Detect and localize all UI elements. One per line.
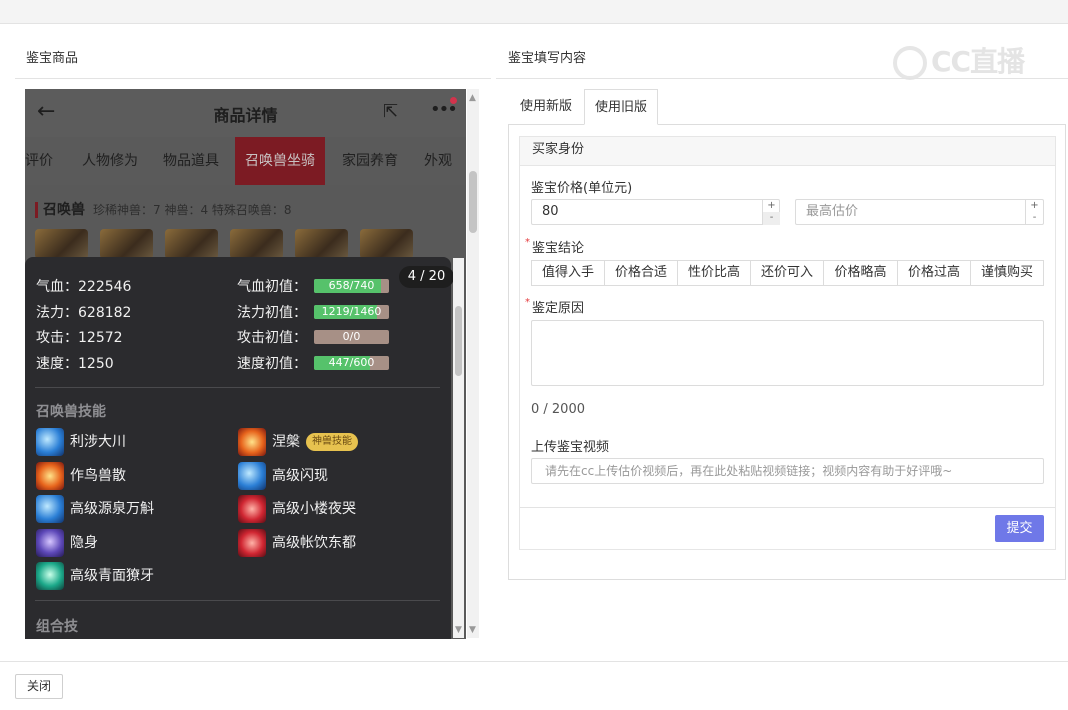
summon-summary: 召唤兽 珍稀神兽：7 神兽：4 特殊召唤兽：8 <box>35 199 292 219</box>
char-count: 0 / 2000 <box>531 402 585 417</box>
phone-tabs: 宝评价 人物修为 物品道具 召唤兽坐骑 家园养育 外观 <box>25 137 466 185</box>
phone-title: 商品详情 <box>213 106 278 125</box>
max-price-decrement[interactable]: - <box>1025 212 1043 225</box>
phone-tab-character[interactable]: 人物修为 <box>82 137 138 185</box>
cc-logo-icon <box>893 46 927 80</box>
skill-item[interactable]: 高级闪现 <box>238 461 328 491</box>
card-footer-divider <box>520 507 1055 508</box>
reason-label: * 鉴定原因 <box>525 297 585 316</box>
conclusion-option[interactable]: 谨慎购买 <box>970 260 1044 286</box>
stealth-skill-icon <box>36 529 64 557</box>
popup-scroll-down-icon[interactable]: ▼ <box>455 625 462 635</box>
spring-skill-icon <box>36 495 64 523</box>
initial-mp-bar: 1219/1460 <box>314 305 389 319</box>
summon-thumbnail[interactable] <box>100 229 153 259</box>
video-link-input[interactable]: 请先在cc上传估价视频后，再在此处粘贴视频链接；视频内容有助于好评哦~ <box>531 458 1044 484</box>
conclusion-option[interactable]: 价格合适 <box>604 260 678 286</box>
phone-header: ← 商品详情 ⇱ ••• <box>25 89 466 137</box>
phone-tab-review[interactable]: 宝评价 <box>25 137 53 185</box>
skill-item[interactable]: 隐身 <box>36 528 98 558</box>
preview-scrollbar-thumb[interactable] <box>469 171 477 233</box>
card-title: 买家身份 <box>520 137 1055 166</box>
combo-heading: 组合技 <box>36 619 78 635</box>
popup-divider <box>35 387 440 388</box>
summon-counts: 珍稀神兽：7 神兽：4 特殊召唤兽：8 <box>93 203 292 217</box>
tab-old-version[interactable]: 使用旧版 <box>584 89 658 125</box>
cc-live-watermark: CC直播 <box>893 40 1033 80</box>
skill-item[interactable]: 利涉大川 <box>36 427 126 457</box>
feast-skill-icon <box>238 529 266 557</box>
flame-skill-icon <box>36 462 64 490</box>
stat-mp: 法力：628182 <box>36 305 132 321</box>
price-label: 鉴宝价格(单位元) <box>531 181 633 196</box>
stat-speed: 速度：1250 <box>36 356 114 372</box>
stat-attack: 攻击：12572 <box>36 330 123 346</box>
max-price-input[interactable]: 最高估价 <box>795 199 1044 225</box>
summon-thumbnail[interactable] <box>295 229 348 259</box>
left-divider <box>15 78 491 79</box>
footer-divider <box>0 661 1068 662</box>
summon-title: 召唤兽 <box>35 202 85 218</box>
submit-button[interactable]: 提交 <box>995 515 1044 542</box>
initial-speed-label: 速度初值： <box>237 356 307 372</box>
skill-item[interactable]: 高级帐饮东都 <box>238 528 356 558</box>
left-section-title: 鉴宝商品 <box>26 51 79 66</box>
right-section-title: 鉴宝填写内容 <box>508 51 587 66</box>
initial-attack-bar: 0/0 <box>314 330 389 344</box>
phone-tab-home[interactable]: 家园养育 <box>342 137 398 185</box>
conclusion-label: * 鉴宝结论 <box>525 237 585 256</box>
water-skill-icon <box>36 428 64 456</box>
summon-thumbnail[interactable] <box>165 229 218 259</box>
night-skill-icon <box>238 495 266 523</box>
initial-speed-bar: 447/600 <box>314 356 389 370</box>
initial-attack-label: 攻击初值： <box>237 330 307 346</box>
page-badge: 4 / 20 <box>399 266 454 288</box>
skill-item[interactable]: 高级源泉万斛 <box>36 494 154 524</box>
skill-item[interactable]: 高级青面獠牙 <box>36 561 154 591</box>
conclusion-option[interactable]: 性价比高 <box>677 260 751 286</box>
tab-new-version[interactable]: 使用新版 <box>508 89 584 125</box>
skill-item[interactable]: 高级小楼夜哭 <box>238 494 356 524</box>
phone-tab-appearance[interactable]: 外观 <box>424 137 452 185</box>
stat-hp: 气血：222546 <box>36 279 132 295</box>
fang-skill-icon <box>36 562 64 590</box>
phone-tab-items[interactable]: 物品道具 <box>163 137 219 185</box>
skills-heading: 召唤兽技能 <box>36 404 106 420</box>
flash-skill-icon <box>238 462 266 490</box>
price-increment[interactable]: + <box>762 200 780 212</box>
conclusion-option[interactable]: 还价可入 <box>750 260 824 286</box>
initial-mp-label: 法力初值： <box>237 305 307 321</box>
video-label: 上传鉴宝视频 <box>531 440 610 455</box>
conclusion-option[interactable]: 值得入手 <box>531 260 605 286</box>
skill-item[interactable]: 作鸟兽散 <box>36 461 126 491</box>
popup-scrollbar-thumb[interactable] <box>455 306 462 376</box>
conclusion-option[interactable]: 价格略高 <box>823 260 898 286</box>
summon-thumbnail[interactable] <box>35 229 88 259</box>
price-decrement[interactable]: - <box>762 212 780 225</box>
phoenix-skill-icon <box>238 428 266 456</box>
right-divider <box>496 78 1068 79</box>
close-button[interactable]: 关闭 <box>15 674 63 699</box>
initial-hp-label: 气血初值： <box>237 279 307 295</box>
preview-scrollbar[interactable] <box>467 89 479 638</box>
max-price-increment[interactable]: + <box>1025 200 1043 212</box>
conclusion-option[interactable]: 价格过高 <box>897 260 971 286</box>
phone-tab-summons[interactable]: 召唤兽坐骑 <box>235 137 325 185</box>
scroll-down-icon[interactable]: ▼ <box>469 625 476 635</box>
summon-thumbnail[interactable] <box>230 229 283 259</box>
scroll-up-icon[interactable]: ▲ <box>469 93 476 103</box>
skill-item[interactable]: 涅槃 神兽技能 <box>238 427 358 457</box>
initial-hp-bar: 658/740 <box>314 279 389 293</box>
price-input[interactable]: 80 <box>531 199 780 225</box>
summon-thumbnail[interactable] <box>360 229 413 259</box>
reason-textarea[interactable] <box>531 320 1044 386</box>
top-bar <box>0 0 1068 24</box>
popup-divider <box>35 600 440 601</box>
popup-scrollbar[interactable] <box>453 258 464 638</box>
notification-dot <box>450 97 457 104</box>
divine-skill-badge: 神兽技能 <box>306 433 358 451</box>
share-icon[interactable]: ⇱ <box>383 101 398 122</box>
